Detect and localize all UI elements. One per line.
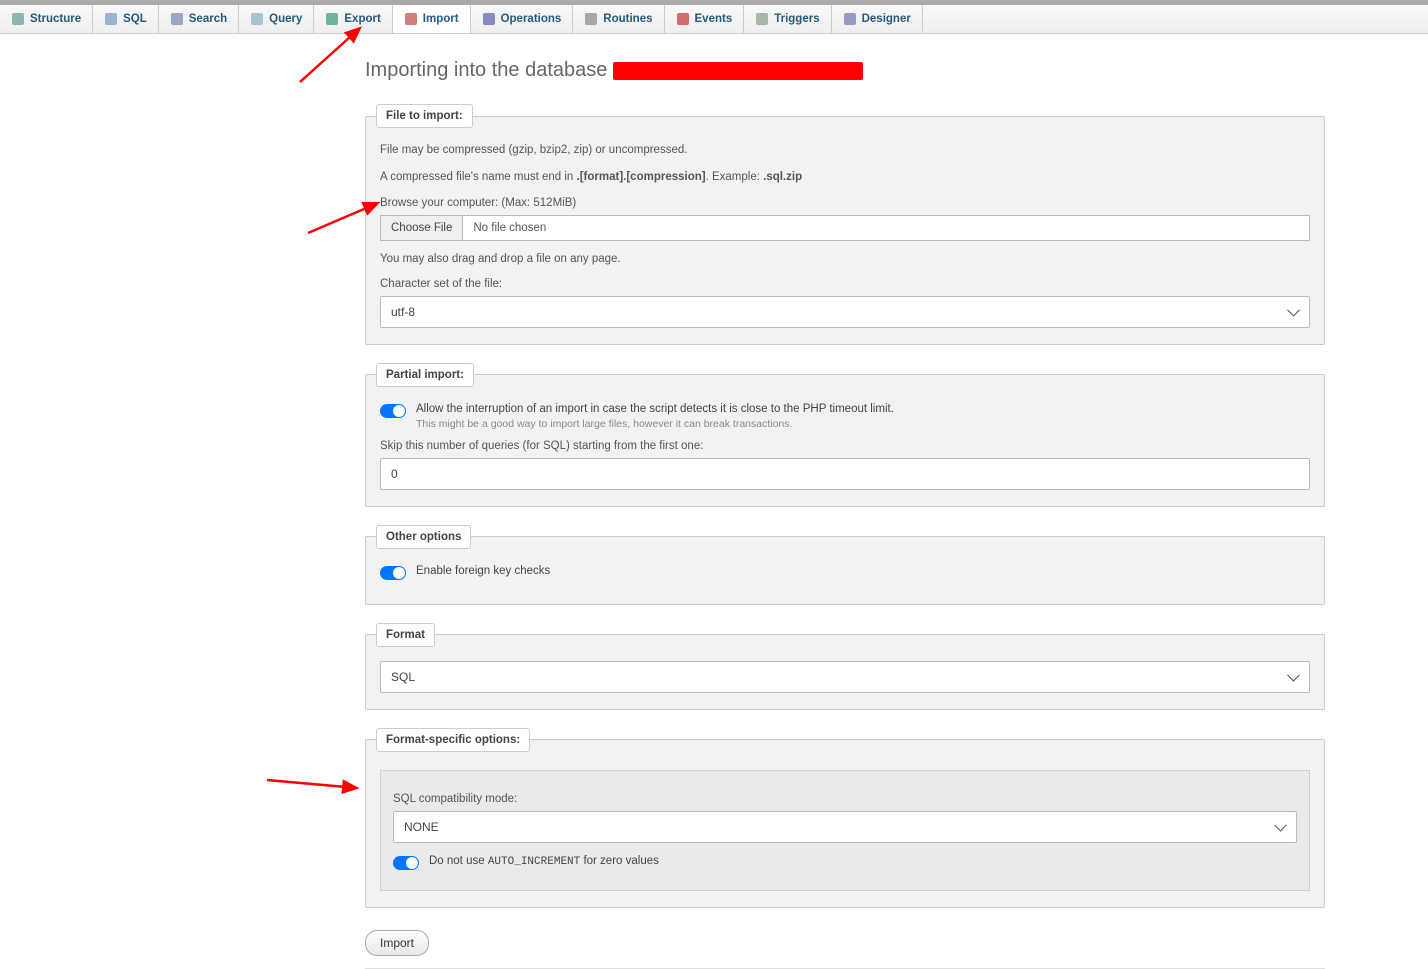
toggle-auto-increment-label: Do not use AUTO_INCREMENT for zero value… [429,855,659,868]
panel-format-specific: Format-specific options: SQL compatibili… [365,728,1325,908]
file-chosen-text: No file chosen [463,216,1309,240]
panel-file-to-import: File to import: File may be compressed (… [365,104,1325,345]
tab-label: Export [344,13,380,25]
tab-label: Triggers [774,13,819,25]
format-select[interactable]: SQL [380,661,1310,693]
toggle-auto-increment[interactable] [393,856,419,870]
help-compress-1: File may be compressed (gzip, bzip2, zip… [380,142,1310,159]
tab-events[interactable]: Events [665,5,745,33]
events-icon [676,12,690,26]
tab-sql[interactable]: SQL [93,5,159,33]
tab-label: Search [189,13,227,25]
annotation-arrow-import-button [262,770,372,800]
tab-designer[interactable]: Designer [832,5,923,33]
tab-label: SQL [123,13,147,25]
browse-label: Browse your computer: (Max: 512MiB) [380,197,1310,209]
import-button[interactable]: Import [365,930,429,956]
panel-format: Format SQL [365,623,1325,710]
panel-partial-import: Partial import: Allow the interruption o… [365,363,1325,507]
legend-format-specific: Format-specific options: [376,728,530,752]
designer-icon [843,12,857,26]
search-icon [170,12,184,26]
page-title: Importing into the database [365,59,1325,82]
legend-file-to-import: File to import: [376,104,473,128]
skip-queries-label: Skip this number of queries (for SQL) st… [380,440,1310,452]
tab-label: Query [269,13,302,25]
skip-queries-input[interactable] [380,458,1310,490]
choose-file-button[interactable]: Choose File [381,216,463,240]
toggle-allow-interrupt[interactable] [380,404,406,418]
inner-format-panel: SQL compatibility mode: NONE Do not use … [380,770,1310,891]
tab-triggers[interactable]: Triggers [744,5,831,33]
tab-query[interactable]: Query [239,5,314,33]
tab-routines[interactable]: Routines [573,5,664,33]
help-compress-2: A compressed file's name must end in .[f… [380,169,1310,186]
charset-label: Character set of the file: [380,278,1310,290]
db-name-redacted [613,62,863,80]
top-tabs: Structure SQL Search Query Export Import Opera… [0,5,1428,34]
tab-label: Designer [862,13,911,25]
import-icon [404,12,418,26]
tab-label: Structure [30,13,81,25]
tab-operations[interactable]: Operations [471,5,574,33]
charset-select[interactable]: utf-8 [380,296,1310,328]
tab-search[interactable]: Search [159,5,239,33]
legend-format: Format [376,623,435,647]
operations-icon [482,12,496,26]
tab-export[interactable]: Export [314,5,392,33]
legend-partial-import: Partial import: [376,363,474,387]
export-icon [325,12,339,26]
panel-other-options: Other options Enable foreign key checks [365,525,1325,605]
tab-label: Import [423,13,459,25]
routines-icon [584,12,598,26]
query-icon [250,12,264,26]
toggle-fk-label: Enable foreign key checks [416,565,550,577]
compat-mode-select[interactable]: NONE [393,811,1297,843]
page-title-prefix: Importing into the database [365,59,613,81]
triggers-icon [755,12,769,26]
toggle-allow-interrupt-label: Allow the interruption of an import in c… [416,403,894,430]
tab-structure[interactable]: Structure [0,5,93,33]
legend-other-options: Other options [376,525,471,549]
compat-mode-label: SQL compatibility mode: [393,793,1297,805]
structure-icon [11,12,25,26]
tab-import[interactable]: Import [393,5,471,33]
file-input-row[interactable]: Choose File No file chosen [380,215,1310,241]
sql-icon [104,12,118,26]
tab-label: Events [695,13,733,25]
toggle-foreign-key-checks[interactable] [380,566,406,580]
tab-label: Operations [501,13,562,25]
tab-label: Routines [603,13,652,25]
dragdrop-hint: You may also drag and drop a file on any… [380,251,1310,268]
